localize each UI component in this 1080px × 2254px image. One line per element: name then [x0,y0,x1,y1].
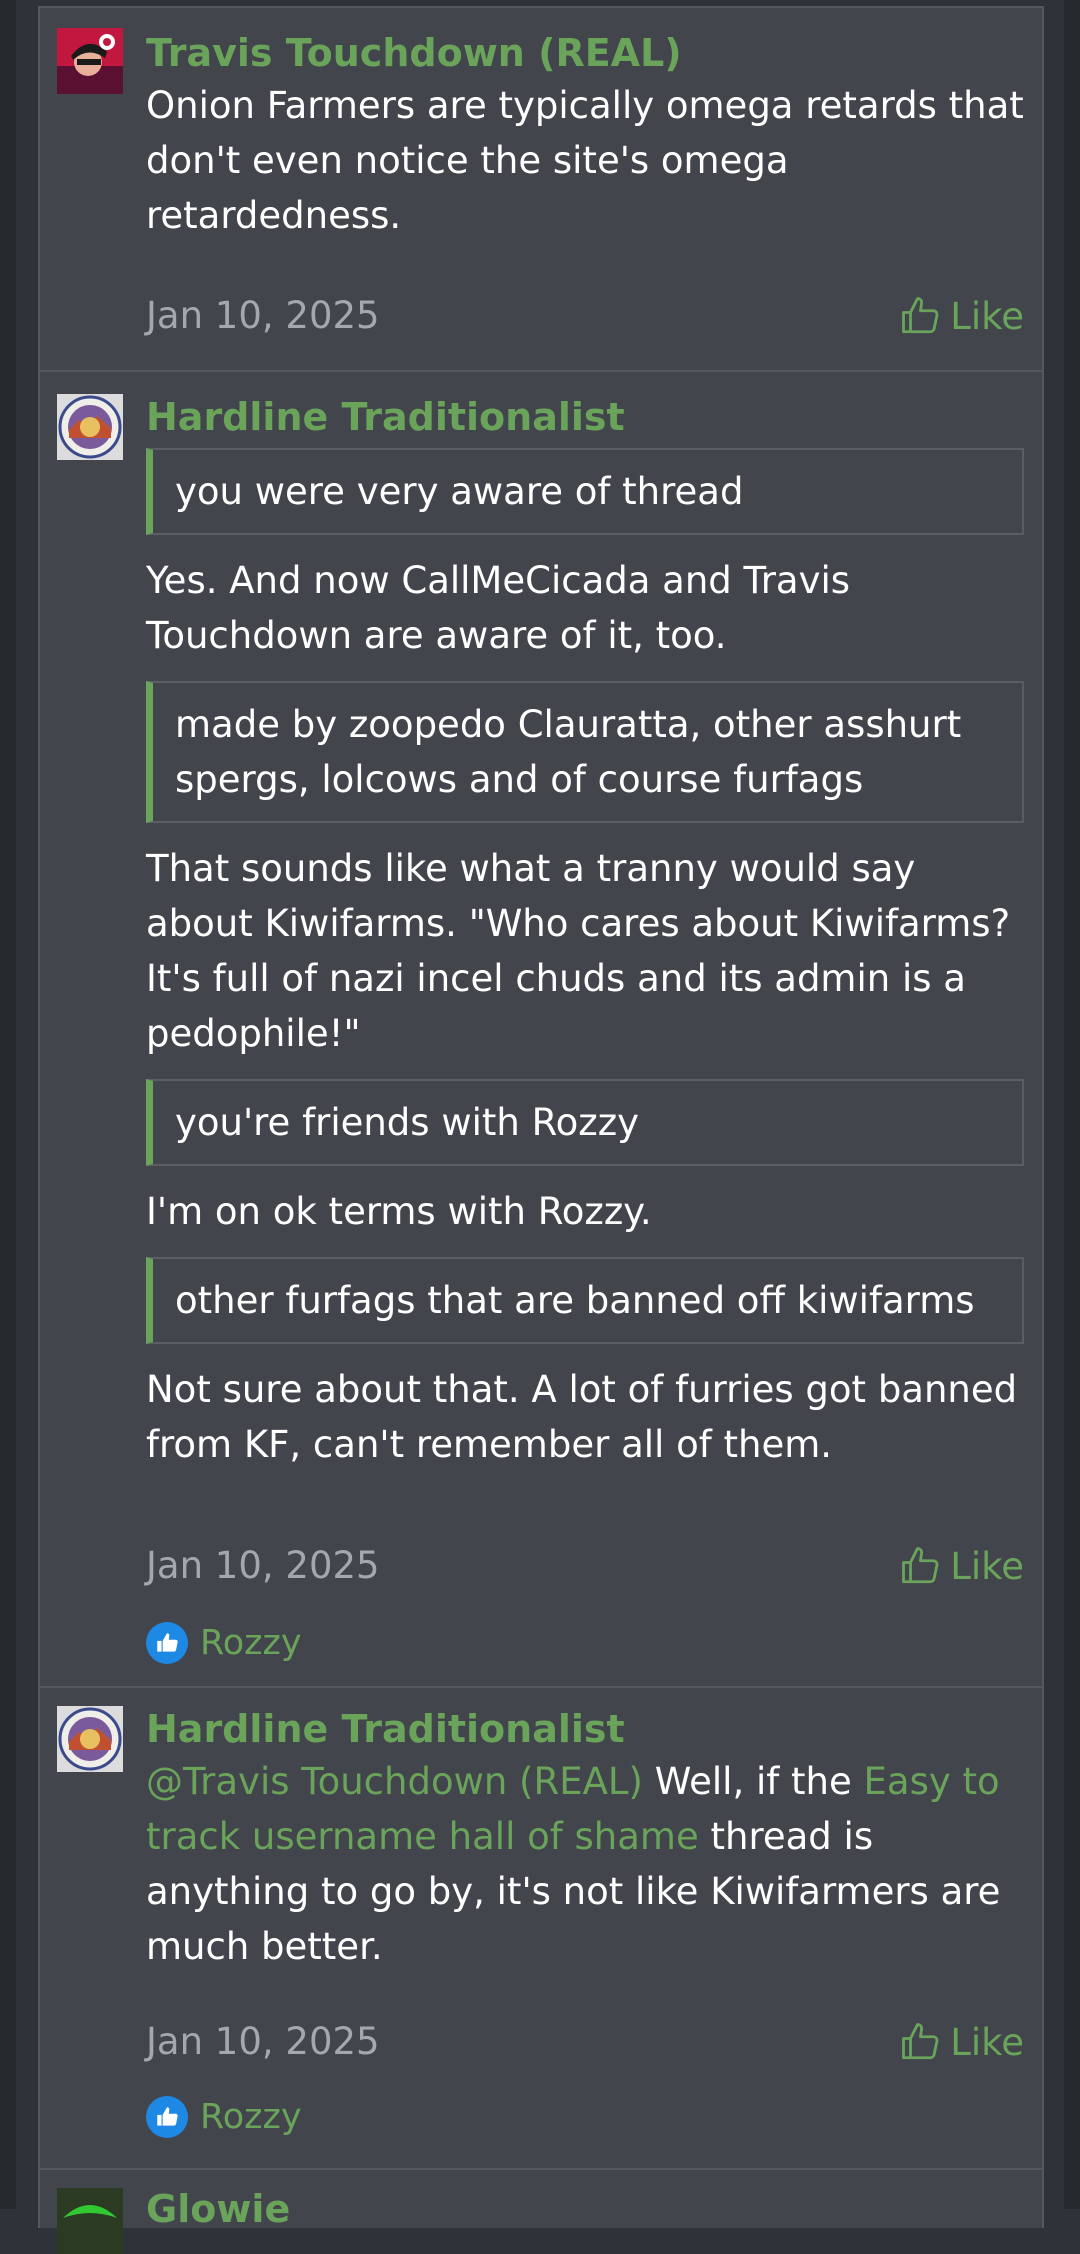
thumbs-up-icon [902,2023,939,2060]
post-body: Glowie [146,2184,1024,2234]
thread-container: Travis Touchdown (REAL) Onion Farmers ar… [38,6,1044,2254]
post-footer: Jan 10, 2025 Like [146,2014,1024,2070]
like-label: Like [950,2020,1024,2064]
post-text: Onion Farmers are typically omega retard… [146,84,1024,237]
avatar[interactable] [57,1706,123,1772]
post-body: Hardline Traditionalist @Travis Touchdow… [146,1704,1024,1974]
like-label: Like [950,294,1024,338]
quote-block: you're friends with Rozzy [146,1079,1024,1166]
left-gutter [0,0,16,2209]
reaction-user-link[interactable]: Rozzy [200,1623,302,1663]
post-body: Travis Touchdown (REAL) Onion Farmers ar… [146,28,1024,243]
post-text: I'm on ok terms with Rozzy. [146,1190,652,1233]
like-button[interactable]: Like [900,2014,1024,2070]
post-username[interactable]: Travis Touchdown (REAL) [146,28,1024,78]
thumbs-up-icon [902,1547,939,1584]
like-button[interactable]: Like [900,1538,1024,1594]
post-date[interactable]: Jan 10, 2025 [146,288,380,344]
user-mention-link[interactable]: @Travis Touchdown (REAL) [146,1760,643,1803]
quote-text: you were very aware of thread [175,470,744,513]
post: Hardline Traditionalist you were very aw… [40,372,1042,1688]
post-text: Not sure about that. A lot of furries go… [146,1368,1018,1466]
reactions-bar[interactable]: Rozzy [146,1618,302,1668]
post-text-part: Well, if the [642,1760,864,1803]
reactions-bar[interactable]: Rozzy [146,2092,302,2142]
avatar[interactable] [57,394,123,460]
post-username[interactable]: Glowie [146,2184,1024,2234]
quote-text: made by zoopedo Clauratta, other asshurt… [175,703,962,801]
post: Hardline Traditionalist @Travis Touchdow… [40,1688,1042,2170]
post-date[interactable]: Jan 10, 2025 [146,2014,380,2070]
like-button[interactable]: Like [900,288,1024,344]
like-reaction-icon [146,2096,188,2138]
quote-text: other furfags that are banned off kiwifa… [175,1279,975,1322]
avatar-image [57,28,123,94]
page: Travis Touchdown (REAL) Onion Farmers ar… [0,0,1080,2254]
avatar[interactable] [57,28,123,94]
quote-block: you were very aware of thread [146,448,1024,535]
avatar-image [57,1706,123,1772]
post-text: That sounds like what a tranny would say… [146,847,1011,1055]
like-reaction-icon [146,1622,188,1664]
right-gutter [1064,0,1080,2209]
post-username[interactable]: Hardline Traditionalist [146,392,1024,442]
thumbs-up-icon [902,297,939,334]
post-text: Yes. And now CallMeCicada and Travis Tou… [146,559,851,657]
post-footer: Jan 10, 2025 Like [146,288,1024,344]
quote-block: other furfags that are banned off kiwifa… [146,1257,1024,1344]
reaction-user-link[interactable]: Rozzy [200,2097,302,2137]
post: Travis Touchdown (REAL) Onion Farmers ar… [40,8,1042,372]
avatar-image [57,2188,123,2254]
like-label: Like [950,1544,1024,1588]
post-username[interactable]: Hardline Traditionalist [146,1704,1024,1754]
quote-block: made by zoopedo Clauratta, other asshurt… [146,681,1024,823]
post-date[interactable]: Jan 10, 2025 [146,1538,380,1594]
quote-text: you're friends with Rozzy [175,1101,640,1144]
avatar-image [57,394,123,460]
post-text: @Travis Touchdown (REAL) Well, if the Ea… [146,1754,1024,1974]
post-footer: Jan 10, 2025 Like [146,1538,1024,1594]
post: Glowie [40,2170,1042,2254]
avatar[interactable] [57,2188,123,2254]
post-body: Hardline Traditionalist you were very aw… [146,392,1024,1472]
